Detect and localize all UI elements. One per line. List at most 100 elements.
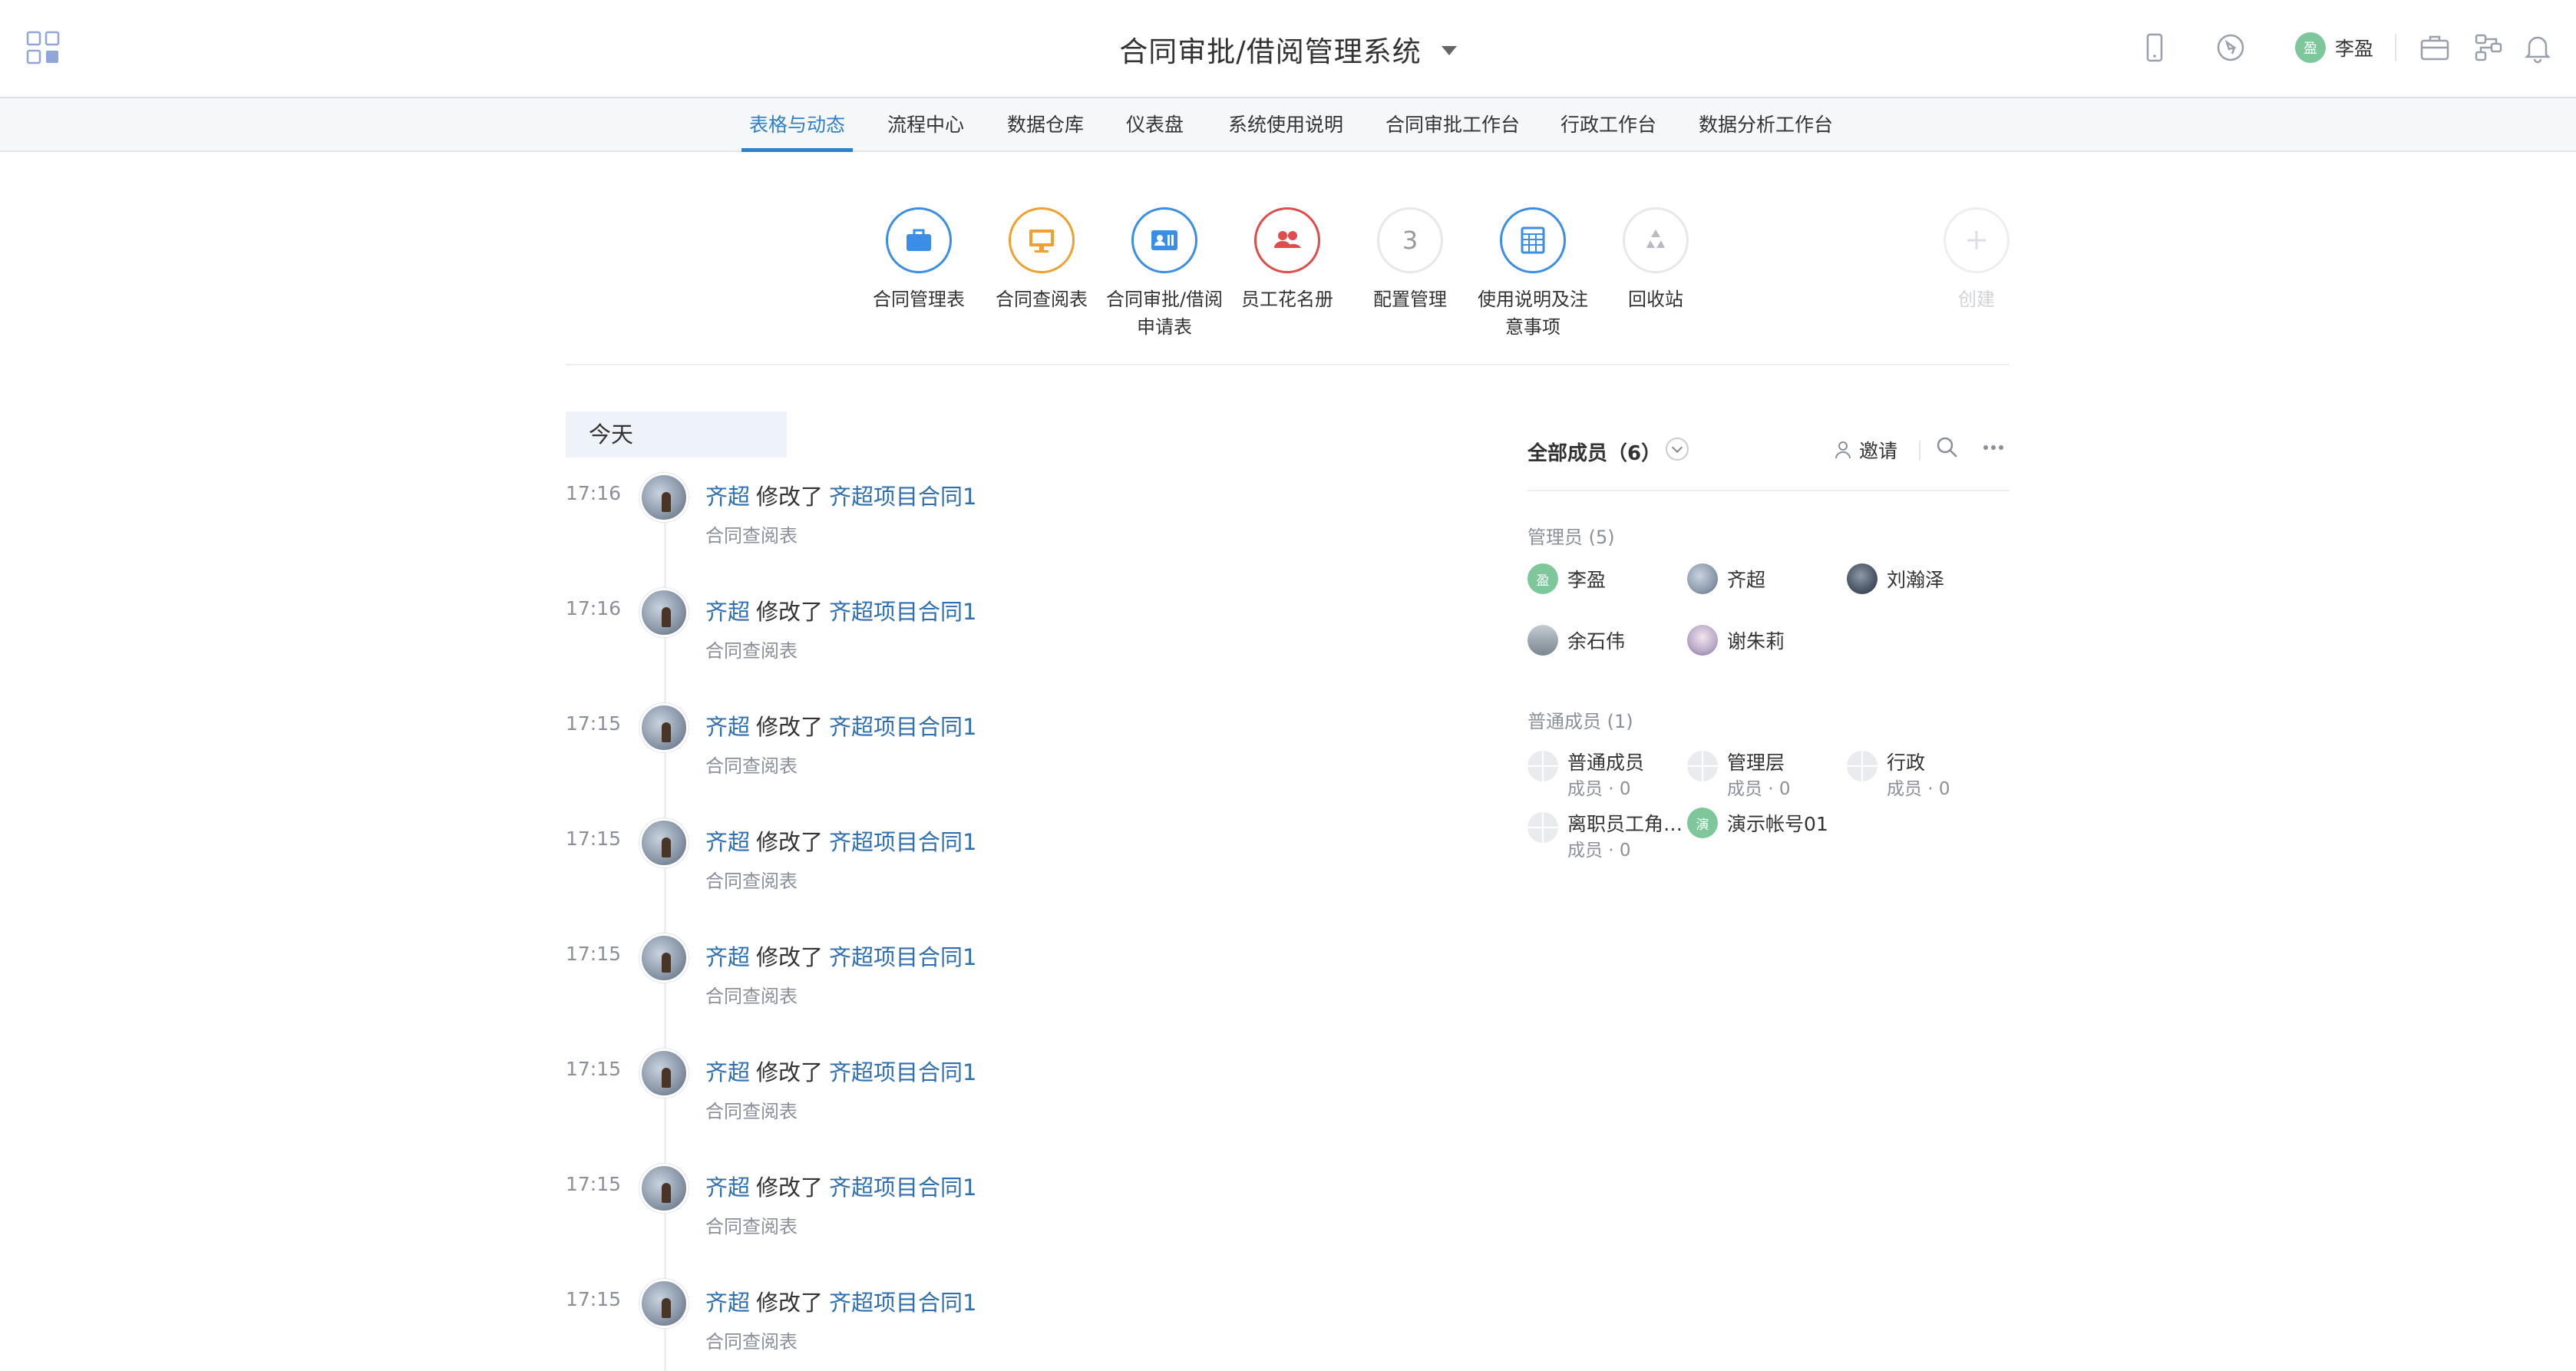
feed-user-link[interactable]: 齐超 (705, 1059, 750, 1085)
compass-icon[interactable] (2214, 31, 2247, 64)
app-approval-request[interactable]: 合同审批/借阅 申请表 (1099, 200, 1230, 341)
feed-record-link[interactable]: 齐超项目合同1 (829, 484, 976, 510)
feed-record-link[interactable]: 齐超项目合同1 (829, 1059, 976, 1085)
feed-record-link[interactable]: 齐超项目合同1 (829, 714, 976, 740)
role-item[interactable]: 离职员工角… 成员 · 0 (1527, 809, 1683, 863)
feed-time: 17:15 (566, 828, 622, 850)
member-item[interactable]: 谢朱莉 (1687, 625, 1785, 656)
divider (2395, 34, 2396, 61)
member-name: 余石伟 (1567, 630, 1626, 652)
avatar[interactable] (639, 1279, 689, 1328)
tab-system-guide[interactable]: 系统使用说明 (1228, 98, 1343, 152)
app-title-dropdown[interactable]: 合同审批/借阅管理系统 (921, 28, 1655, 71)
member-item[interactable]: 刘瀚泽 (1847, 563, 1944, 594)
feed-record-link[interactable]: 齐超项目合同1 (829, 944, 976, 970)
feed-time: 17:15 (566, 712, 622, 735)
feed-user-link[interactable]: 齐超 (705, 944, 750, 970)
tab-analytics-workbench[interactable]: 数据分析工作台 (1699, 98, 1833, 152)
role-name: 离职员工角… (1567, 813, 1683, 835)
app-usage-notes[interactable]: 使用说明及注 意事项 (1468, 200, 1598, 341)
member-item[interactable]: 齐超 (1687, 563, 1765, 594)
avatar[interactable] (639, 1164, 689, 1213)
feed-item: 17:16 齐超 修改了 齐超项目合同1 合同查阅表 (566, 588, 1487, 703)
tab-workflow-center[interactable]: 流程中心 (887, 98, 964, 152)
role-item[interactable]: 行政 成员 · 0 (1847, 748, 2000, 801)
avatar[interactable] (639, 703, 689, 752)
config-count-icon: 3 (1377, 207, 1443, 273)
tab-admin-workbench[interactable]: 行政工作台 (1560, 98, 1656, 152)
section-divider (566, 364, 2009, 365)
app-label: 配置管理 (1373, 289, 1447, 310)
feed-verb: 修改了 (756, 484, 824, 510)
tab-forms-activity[interactable]: 表格与动态 (741, 98, 854, 152)
app-contract-lookup[interactable]: 合同查阅表 (976, 200, 1107, 313)
avatar[interactable] (639, 1049, 689, 1098)
avatar[interactable] (639, 933, 689, 983)
tab-contract-workbench[interactable]: 合同审批工作台 (1385, 98, 1520, 152)
feed-record-link[interactable]: 齐超项目合同1 (829, 599, 976, 625)
feed-source: 合同查阅表 (705, 640, 798, 662)
current-user[interactable]: 盈 李盈 (2295, 31, 2373, 64)
more-icon[interactable] (1980, 434, 2006, 461)
member-name: 齐超 (1727, 569, 1766, 591)
feed-user-link[interactable]: 齐超 (705, 599, 750, 625)
feed-user-link[interactable]: 齐超 (705, 484, 750, 510)
member-item[interactable]: 盈 李盈 (1527, 563, 1606, 594)
feed-item: 17:15 齐超 修改了 齐超项目合同1 合同查阅表 (566, 1049, 1487, 1164)
role-item[interactable]: 普通成员 成员 · 0 (1527, 748, 1681, 801)
feed-item: 17:15 齐超 修改了 齐超项目合同1 合同查阅表 (566, 818, 1487, 933)
regular-members-title: 普通成员 (1) (1527, 711, 1633, 732)
feed-verb: 修改了 (756, 599, 824, 625)
member-name: 演示帐号01 (1727, 813, 1828, 835)
app-create[interactable]: 创建 (1911, 200, 2042, 313)
feed-user-link[interactable]: 齐超 (705, 714, 750, 740)
role-count: 成员 · 0 (1887, 779, 1950, 799)
role-icon (1527, 812, 1558, 843)
avatar[interactable] (639, 818, 689, 867)
feed-record-link[interactable]: 齐超项目合同1 (829, 1174, 976, 1201)
feed-user-link[interactable]: 齐超 (705, 1174, 750, 1201)
apps-grid-icon[interactable] (26, 31, 60, 64)
app-employee-roster[interactable]: 员工花名册 (1222, 200, 1352, 313)
avatar[interactable] (639, 588, 689, 637)
top-bar: 合同审批/借阅管理系统 盈 李盈 (0, 0, 2576, 98)
feed-user-link[interactable]: 齐超 (705, 829, 750, 855)
caret-down-icon (1441, 46, 1457, 55)
feed-time: 17:15 (566, 1173, 622, 1195)
feed-verb: 修改了 (756, 1059, 824, 1085)
app-config-management[interactable]: 3 配置管理 (1345, 200, 1475, 313)
avatar[interactable] (639, 473, 689, 522)
feed-source: 合同查阅表 (705, 1331, 798, 1353)
role-count: 成员 · 0 (1567, 841, 1631, 861)
feed-source: 合同查阅表 (705, 525, 798, 547)
feed-record-link[interactable]: 齐超项目合同1 (829, 829, 976, 855)
app-label-line2: 申请表 (1137, 316, 1192, 338)
feed-record-link[interactable]: 齐超项目合同1 (829, 1290, 976, 1316)
divider (1919, 441, 1920, 461)
app-contract-management[interactable]: 合同管理表 (854, 200, 984, 313)
search-icon[interactable] (1934, 434, 1960, 461)
feed-item: 17:16 齐超 修改了 齐超项目合同1 合同查阅表 (566, 473, 1487, 588)
briefcase-icon[interactable] (2418, 31, 2452, 64)
bell-icon[interactable] (2521, 31, 2555, 64)
feed-source: 合同查阅表 (705, 1216, 798, 1237)
feed-user-link[interactable]: 齐超 (705, 1290, 750, 1316)
member-item[interactable]: 演 演示帐号01 (1687, 808, 1828, 838)
role-icon (1687, 751, 1718, 781)
app-label-line1: 使用说明及注 (1478, 289, 1588, 310)
app-label: 创建 (1958, 289, 1995, 310)
tab-dashboard[interactable]: 仪表盘 (1126, 98, 1184, 152)
feed-time: 17:16 (566, 482, 622, 504)
chevron-down-icon[interactable] (1666, 438, 1689, 461)
role-item[interactable]: 管理层 成员 · 0 (1687, 748, 1841, 801)
tab-data-warehouse[interactable]: 数据仓库 (1007, 98, 1084, 152)
feed-time: 17:15 (566, 1058, 622, 1080)
feed-time: 17:16 (566, 597, 622, 619)
table-icon (1500, 207, 1566, 273)
app-recycle-bin[interactable]: 回收站 (1590, 200, 1721, 313)
invite-button[interactable]: 邀请 (1835, 436, 1897, 464)
feed-verb: 修改了 (756, 1174, 824, 1201)
workflow-icon[interactable] (2472, 31, 2505, 64)
mobile-icon[interactable] (2138, 31, 2171, 64)
member-item[interactable]: 余石伟 (1527, 625, 1625, 656)
